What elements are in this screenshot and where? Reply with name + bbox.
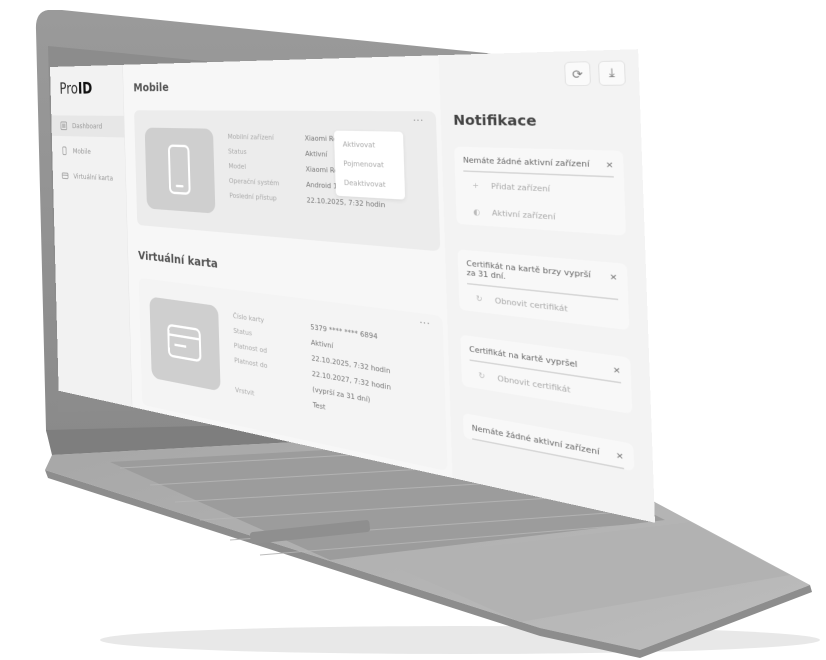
refresh-icon: ↻ xyxy=(478,370,486,382)
card-thumbnail xyxy=(149,296,221,392)
refresh-icon: ⟳ xyxy=(571,66,584,82)
sidebar-item-virtual-card[interactable]: Virtuální karta xyxy=(53,165,126,190)
mobile-section-title: Mobile xyxy=(133,79,169,95)
download-icon: ⤓ xyxy=(608,65,616,81)
refresh-icon: ↻ xyxy=(475,293,483,304)
card-section-title: Virtuální karta xyxy=(137,247,219,271)
close-icon[interactable]: × xyxy=(609,272,617,283)
notification-card: Certifikát na kartě vypršel × ↻ Obnovit ce… xyxy=(460,334,633,415)
notifications-title: Notifikace xyxy=(452,111,537,130)
sidebar-nav: Dashboard Mobile Virtuální karta xyxy=(51,115,126,194)
toggle-icon: ◐ xyxy=(473,207,481,217)
close-icon[interactable]: × xyxy=(613,365,621,376)
card-icon xyxy=(149,297,220,392)
phone-icon xyxy=(61,146,68,155)
phone-icon xyxy=(145,128,216,214)
notifications-panel: ⟳ ⤓ Notifikace Nemáte žádné aktivní zaří… xyxy=(438,49,655,523)
app-logo[interactable]: ProID xyxy=(59,79,92,98)
refresh-button[interactable]: ⟳ xyxy=(564,61,591,87)
sidebar-item-label: Mobile xyxy=(72,146,91,156)
sidebar-item-dashboard[interactable]: Dashboard xyxy=(51,115,125,138)
sidebar-item-label: Dashboard xyxy=(71,121,103,131)
menu-item-activate[interactable]: Aktivovat xyxy=(334,135,404,156)
card-icon xyxy=(62,171,69,180)
mobile-device-card: ··· Mobilní zařízení Xiaomi Redmi A3 Stat… xyxy=(134,110,441,252)
notification-card: Nemáte žádné aktivní zařízení × xyxy=(462,412,635,472)
phone-thumbnail xyxy=(144,127,216,214)
plus-icon: + xyxy=(472,180,480,191)
dashboard-icon xyxy=(60,121,67,130)
mobile-actions-menu: Aktivovat Pojmenovat Deaktivovat xyxy=(333,130,406,200)
card-properties: Číslo karty 5379 **** **** 6894 Status Akt… xyxy=(232,311,392,412)
sidebar: ProID Dashboard Mobile Virtuální karta xyxy=(50,64,133,408)
main-content: Mobile ··· Mobilní zařízení Xiaomi Redmi … xyxy=(123,55,448,476)
close-icon[interactable]: × xyxy=(616,450,624,462)
card-more-button[interactable]: ··· xyxy=(419,317,430,330)
notification-card: Nemáte žádné aktivní zařízení × + Přidat z… xyxy=(454,146,626,236)
sidebar-item-mobile[interactable]: Mobile xyxy=(52,140,125,164)
mobile-more-button[interactable]: ··· xyxy=(413,115,424,126)
download-button[interactable]: ⤓ xyxy=(598,60,626,86)
notification-card: Certifikát na kartě brzy vyprší za 31 dn… xyxy=(457,249,630,331)
sidebar-item-label: Virtuální karta xyxy=(73,172,114,183)
close-icon[interactable]: × xyxy=(606,160,614,170)
menu-item-deactivate[interactable]: Deaktivovat xyxy=(335,173,405,196)
